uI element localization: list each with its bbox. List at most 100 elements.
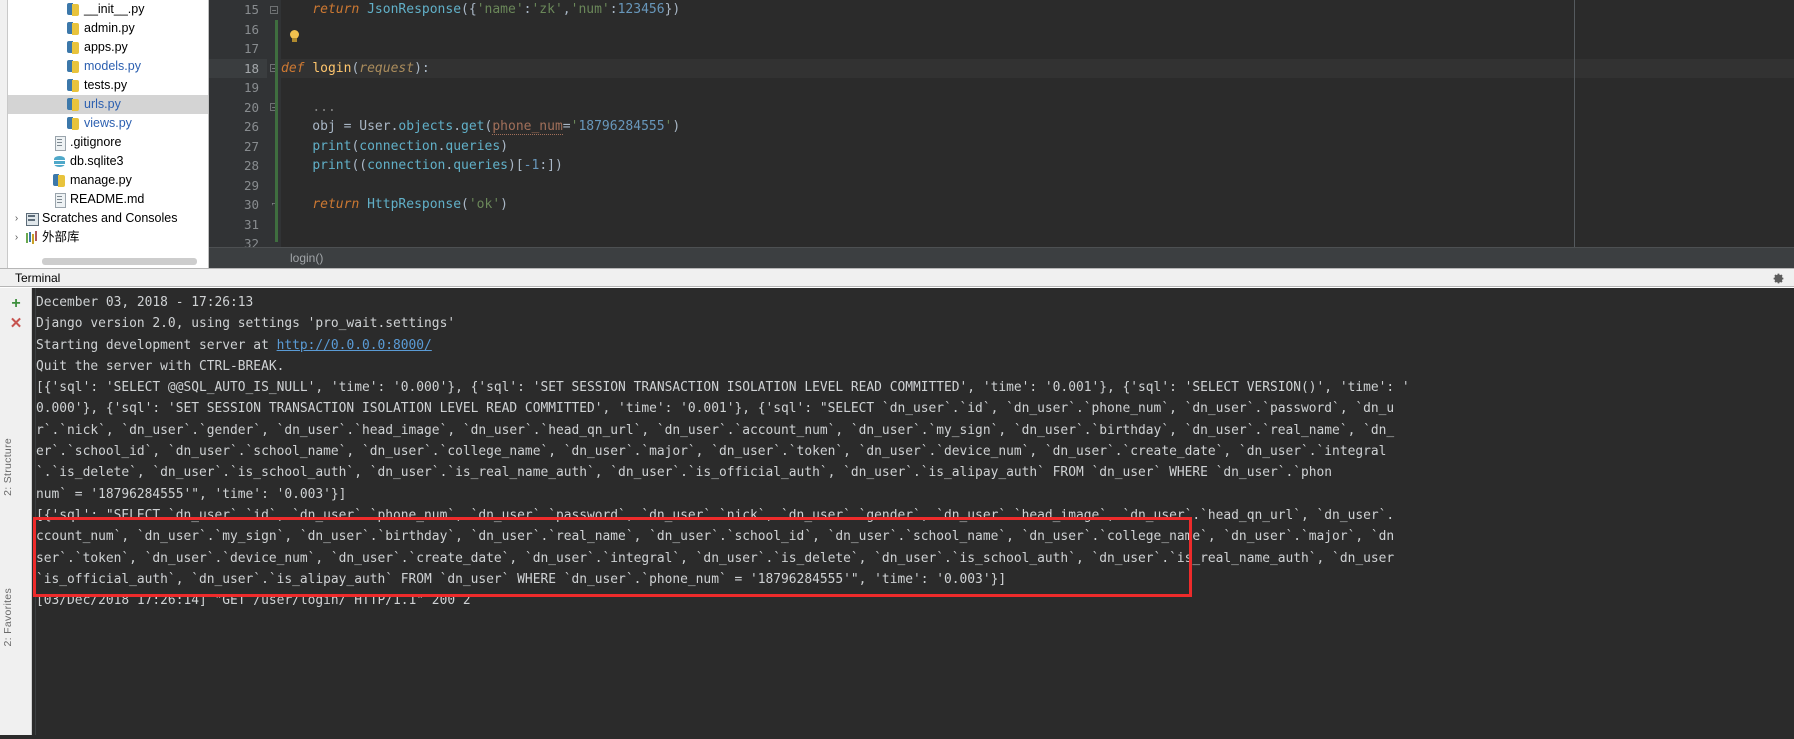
code-line-16[interactable] <box>281 20 1794 40</box>
python-file-icon <box>65 59 82 74</box>
terminal-line: Starting development server at http://0.… <box>36 337 432 353</box>
code-line-20[interactable]: ... <box>281 98 1794 118</box>
terminal-line: num` = '18796284555'", 'time': '0.003'}] <box>36 486 347 502</box>
python-file-icon <box>65 2 82 17</box>
chevron-right-icon[interactable]: › <box>10 209 23 228</box>
python-file-icon <box>65 116 82 131</box>
terminal-side-toolbar: + ✕ 2: Structure 2: Favorites <box>0 288 32 739</box>
vcs-change-marker <box>275 20 278 242</box>
code-line-19[interactable] <box>281 78 1794 98</box>
code-line-26[interactable]: obj = User.objects.get(phone_num='187962… <box>281 117 1794 137</box>
database-icon <box>51 154 68 169</box>
project-tree-panel[interactable]: __init__.py admin.py apps.py models.py tests… <box>8 0 209 268</box>
tree-item-tests-py[interactable]: tests.py <box>8 76 208 95</box>
tree-item-label: manage.py <box>70 173 132 187</box>
scratches-icon <box>23 211 40 226</box>
line-number[interactable]: 20 <box>209 98 267 118</box>
project-tree-list: __init__.py admin.py apps.py models.py tests… <box>8 0 208 247</box>
project-horizontal-scrollbar[interactable] <box>8 255 208 266</box>
tree-item-db-sqlite3[interactable]: db.sqlite3 <box>8 152 208 171</box>
code-line-28[interactable]: print((connection.queries)[-1:]) <box>281 156 1794 176</box>
code-editor[interactable]: 15161718192026272829303132-- − − − ⌐ ret… <box>209 0 1794 268</box>
chevron-right-icon[interactable]: › <box>10 228 23 247</box>
terminal-output-panel[interactable]: + ✕ 2: Structure 2: Favorites December 0… <box>0 288 1794 739</box>
tree-item-label: __init__.py <box>84 2 145 16</box>
settings-gear-icon[interactable] <box>1772 272 1785 285</box>
code-text-area[interactable]: return JsonResponse({'name':'zk','num':1… <box>281 0 1794 268</box>
tree-item-admin-py[interactable]: admin.py <box>8 19 208 38</box>
line-number[interactable]: 29 <box>209 176 267 196</box>
editor-scrollbar[interactable] <box>1782 0 1794 268</box>
line-number[interactable]: 30 <box>209 195 267 215</box>
line-number[interactable]: 17 <box>209 39 267 59</box>
tree-item-models-py[interactable]: models.py <box>8 57 208 76</box>
close-tab-icon[interactable]: ✕ <box>9 316 23 331</box>
editor-region: __init__.py admin.py apps.py models.py tests… <box>0 0 1794 268</box>
python-file-icon <box>65 40 82 55</box>
left-tool-rail <box>0 0 8 268</box>
terminal-line: December 03, 2018 - 17:26:13 <box>36 295 254 310</box>
code-line-18[interactable]: def login(request): <box>281 58 1794 78</box>
ide-window: __init__.py admin.py apps.py models.py tests… <box>0 0 1794 739</box>
python-file-icon <box>65 78 82 93</box>
terminal-text-output[interactable]: December 03, 2018 - 17:26:13 Django versi… <box>36 288 1794 739</box>
tree-item-label: README.md <box>70 192 145 206</box>
code-line-31[interactable] <box>281 215 1794 235</box>
line-number[interactable]: 18 <box>209 58 267 78</box>
code-line-30[interactable]: return HttpResponse('ok') <box>281 195 1794 215</box>
tree-item-label: db.sqlite3 <box>70 154 124 168</box>
breadcrumb[interactable]: login() <box>290 251 323 265</box>
code-line-27[interactable]: print(connection.queries) <box>281 137 1794 157</box>
terminal-horizontal-scrollbar[interactable] <box>0 735 1794 739</box>
python-file-icon <box>65 97 82 112</box>
tree-item-views-py[interactable]: views.py <box>8 114 208 133</box>
code-line-15[interactable]: return JsonResponse({'name':'zk','num':1… <box>281 0 1794 20</box>
terminal-line: [{'sql': 'SELECT @@SQL_AUTO_IS_NULL', 't… <box>36 380 1410 396</box>
library-icon <box>23 230 40 245</box>
line-number[interactable]: 26 <box>209 117 267 137</box>
code-folding-column[interactable]: − − − ⌐ <box>267 0 281 268</box>
python-file-icon <box>65 21 82 36</box>
terminal-line: Quit the server with CTRL-BREAK. <box>36 358 285 374</box>
terminal-tool-window-header[interactable]: Terminal <box>0 268 1794 287</box>
python-file-icon <box>51 173 68 188</box>
tree-item-label: apps.py <box>84 40 128 54</box>
text-file-icon <box>51 135 68 151</box>
code-line-29[interactable] <box>281 176 1794 196</box>
code-line-17[interactable] <box>281 39 1794 59</box>
tree-item-label: 外部库 <box>42 230 80 244</box>
tree-item-urls-py[interactable]: urls.py <box>8 95 208 114</box>
editor-line-number-gutter: 15161718192026272829303132-- <box>209 0 267 268</box>
editor-breadcrumb-bar: login() <box>209 247 1794 268</box>
terminal-line: ccount_num`, `dn_user`.`my_sign`, `dn_us… <box>36 529 1395 545</box>
tree-item--[interactable]: › 外部库 <box>8 228 208 247</box>
line-number[interactable]: 16 <box>209 20 267 40</box>
tree-item--gitignore[interactable]: .gitignore <box>8 133 208 152</box>
fold-marker-icon[interactable]: − <box>270 6 278 15</box>
add-tab-icon[interactable]: + <box>9 296 23 312</box>
tree-item-readme-md[interactable]: README.md <box>8 190 208 209</box>
tree-item-label: Scratches and Consoles <box>42 211 178 225</box>
terminal-line: `.`is_delete`, `dn_user`.`is_school_auth… <box>36 465 1333 481</box>
terminal-line: er`.`school_id`, `dn_user`.`school_name`… <box>36 444 1387 460</box>
tree-item-label: models.py <box>84 59 141 73</box>
tree-item--init-py[interactable]: __init__.py <box>8 0 208 19</box>
terminal-line: r`.`nick`, `dn_user`.`gender`, `dn_user`… <box>36 422 1395 438</box>
tree-item-apps-py[interactable]: apps.py <box>8 38 208 57</box>
line-number[interactable]: 15 <box>209 0 267 20</box>
line-number[interactable]: 28 <box>209 156 267 176</box>
tree-item-label: .gitignore <box>70 135 122 149</box>
terminal-title[interactable]: Terminal <box>15 271 60 285</box>
terminal-line: `is_official_auth`, `dn_user`.`is_alipay… <box>36 571 1007 587</box>
line-number[interactable]: 19 <box>209 78 267 98</box>
line-number[interactable]: 27 <box>209 137 267 157</box>
tree-item-manage-py[interactable]: manage.py <box>8 171 208 190</box>
terminal-line: 0.000'}, {'sql': 'SET SESSION TRANSACTIO… <box>36 401 1395 417</box>
tree-item-scratches-and-consoles[interactable]: › Scratches and Consoles <box>8 209 208 228</box>
favorites-tool-label[interactable]: 2: Favorites <box>2 588 14 646</box>
structure-tool-label[interactable]: 2: Structure <box>2 438 14 496</box>
line-number[interactable]: 31 <box>209 215 267 235</box>
server-url-link[interactable]: http://0.0.0.0:8000/ <box>277 338 432 353</box>
terminal-line: Django version 2.0, using settings 'pro_… <box>36 316 456 332</box>
terminal-line: [03/Dec/2018 17:26:14] "GET /user/login/… <box>36 593 471 609</box>
